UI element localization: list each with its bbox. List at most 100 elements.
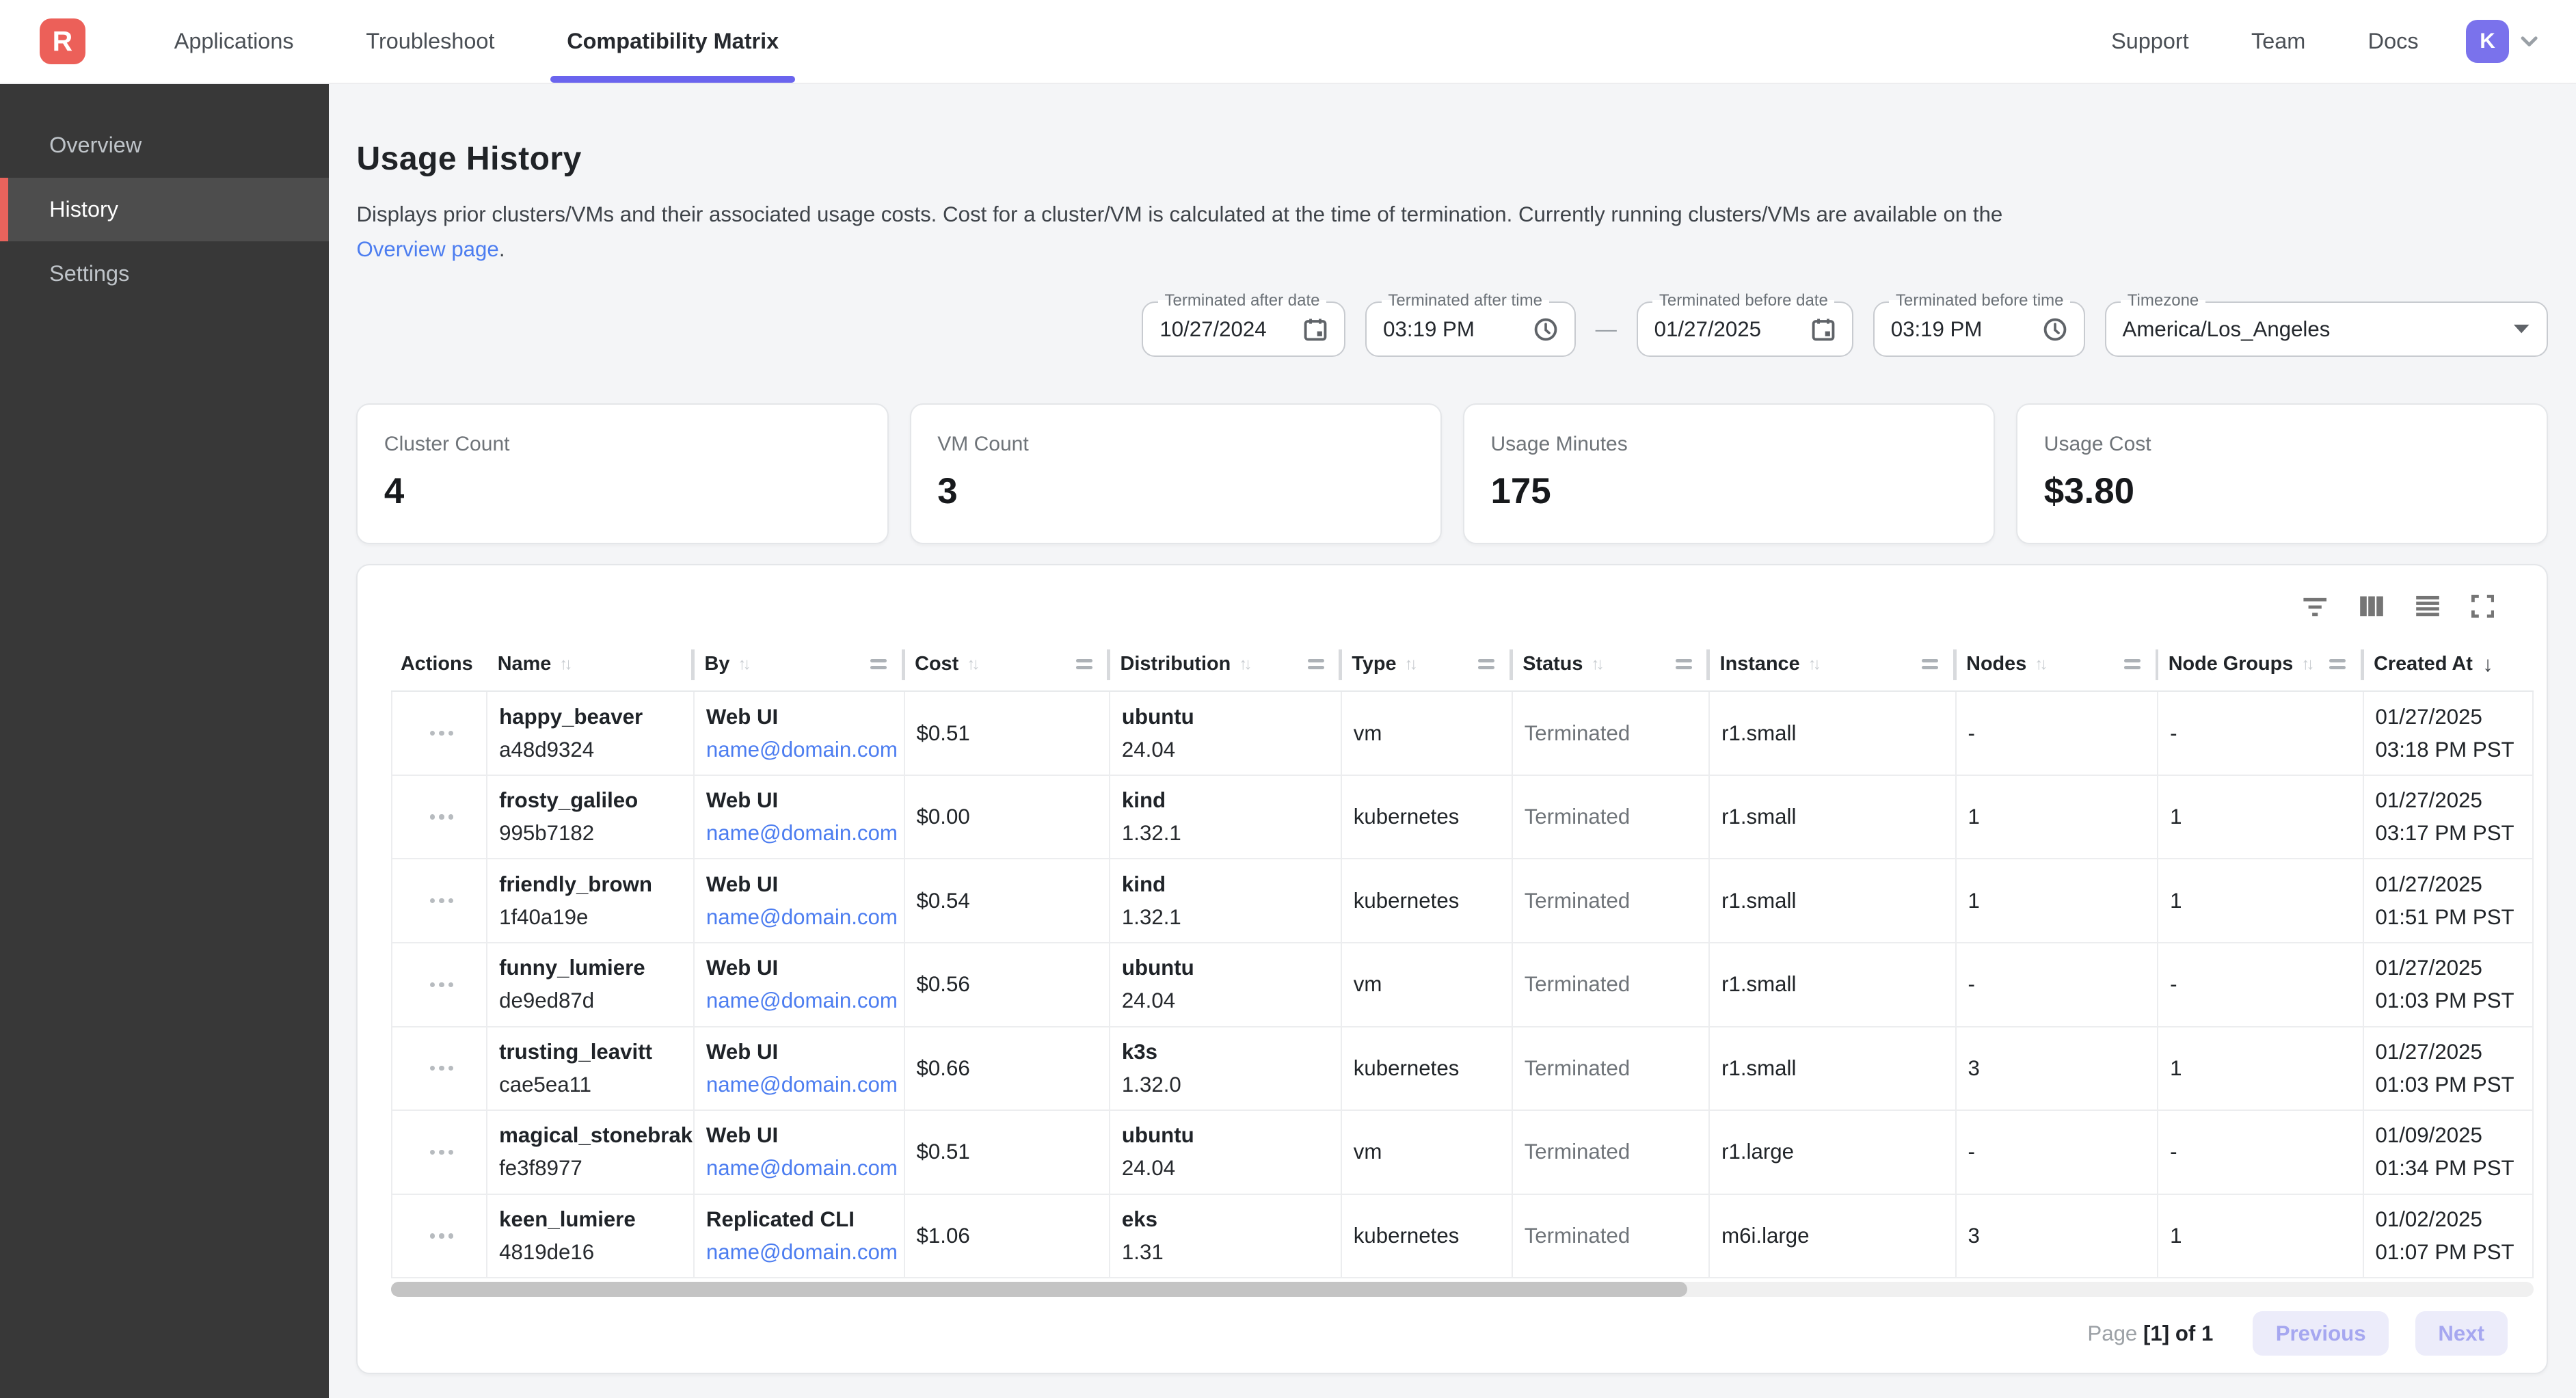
column-header-cost[interactable]: Cost↑↓: [905, 638, 1110, 690]
terminated-after-date-field[interactable]: Terminated after date 10/27/2024: [1142, 301, 1345, 358]
column-header-type[interactable]: Type↑↓: [1342, 638, 1513, 690]
nodes-cell: 3: [1957, 1195, 2159, 1278]
created-by: Web UI: [706, 872, 897, 897]
row-actions-button[interactable]: [427, 1140, 456, 1164]
sidebar-item-overview[interactable]: Overview: [0, 113, 329, 178]
previous-page-button[interactable]: Previous: [2253, 1311, 2389, 1356]
column-menu-icon[interactable]: [2124, 659, 2141, 669]
sort-icon[interactable]: ↑↓: [738, 655, 747, 674]
dropdown-arrow-icon[interactable]: [2496, 323, 2530, 335]
clock-icon[interactable]: [1517, 317, 1558, 342]
column-menu-icon[interactable]: [1478, 659, 1494, 669]
column-header-created-at[interactable]: Created At↓: [2364, 638, 2534, 690]
node-groups-cell: 1: [2158, 1027, 2363, 1110]
terminated-before-time-field[interactable]: Terminated before time 03:19 PM: [1873, 301, 2085, 358]
row-actions-button[interactable]: [427, 721, 456, 746]
clock-icon[interactable]: [2026, 317, 2067, 342]
calendar-icon[interactable]: [1287, 317, 1328, 342]
overview-page-link[interactable]: Overview page: [356, 237, 498, 261]
column-header-instance[interactable]: Instance↑↓: [1710, 638, 1956, 690]
sort-desc-icon[interactable]: ↓: [2482, 652, 2493, 677]
sort-icon[interactable]: ↑↓: [1591, 655, 1600, 674]
tab-compatibility-matrix[interactable]: Compatibility Matrix: [531, 0, 815, 83]
row-actions-button[interactable]: [427, 972, 456, 997]
terminated-after-time-label: Terminated after time: [1382, 291, 1549, 310]
table-row: magical_stonebrakerfe3f8977 Web UIname@d…: [391, 1111, 2534, 1195]
sidebar-item-history[interactable]: History: [0, 178, 329, 242]
filter-bar: Terminated after date 10/27/2024 Termina…: [356, 301, 2548, 358]
tab-applications[interactable]: Applications: [138, 0, 330, 83]
stat-value: $3.80: [2044, 470, 2521, 512]
next-page-button[interactable]: Next: [2415, 1311, 2508, 1356]
distribution: ubuntu: [1122, 705, 1334, 729]
node-groups-cell: -: [2158, 943, 2363, 1026]
created-by-email-link[interactable]: name@domain.com: [706, 738, 897, 762]
sort-icon[interactable]: ↑↓: [967, 655, 976, 674]
created-by-email-link[interactable]: name@domain.com: [706, 1156, 897, 1181]
instance-cell: r1.small: [1710, 1027, 1956, 1110]
cost-cell: $0.00: [905, 776, 1110, 859]
status-cell: Terminated: [1513, 1111, 1710, 1194]
table-row: friendly_brown1f40a19e Web UIname@domain…: [391, 859, 2534, 943]
sort-icon[interactable]: ↑↓: [1239, 655, 1248, 674]
sidebar-item-settings[interactable]: Settings: [0, 241, 329, 306]
sort-icon[interactable]: ↑↓: [559, 655, 569, 674]
terminated-before-date-field[interactable]: Terminated before date 01/27/2025: [1637, 301, 1853, 358]
created-time: 01:03 PM PST: [2376, 1073, 2526, 1097]
distribution-version: 24.04: [1122, 1156, 1334, 1181]
created-time: 01:34 PM PST: [2376, 1156, 2526, 1181]
timezone-select[interactable]: Timezone America/Los_Angeles: [2105, 301, 2549, 358]
created-by-email-link[interactable]: name@domain.com: [706, 905, 897, 930]
timezone-label: Timezone: [2121, 291, 2205, 310]
column-menu-icon[interactable]: [2329, 659, 2346, 669]
created-date: 01/27/2025: [2376, 1040, 2526, 1064]
column-menu-icon[interactable]: [870, 659, 887, 669]
chevron-down-icon[interactable]: [2519, 31, 2540, 52]
row-actions-button[interactable]: [427, 1056, 456, 1081]
terminated-after-time-field[interactable]: Terminated after time 03:19 PM: [1365, 301, 1576, 358]
row-actions-button[interactable]: [427, 805, 456, 829]
columns-icon[interactable]: [2359, 595, 2384, 618]
column-menu-icon[interactable]: [1922, 659, 1938, 669]
created-by-email-link[interactable]: name@domain.com: [706, 1073, 897, 1097]
description-period: .: [499, 237, 505, 261]
created-by-email-link[interactable]: name@domain.com: [706, 821, 897, 846]
column-menu-icon[interactable]: [1076, 659, 1092, 669]
sort-icon[interactable]: ↑↓: [2035, 655, 2044, 674]
created-by-email-link[interactable]: name@domain.com: [706, 989, 897, 1013]
sort-icon[interactable]: ↑↓: [2301, 655, 2311, 674]
density-icon[interactable]: [2415, 595, 2440, 618]
type-cell: vm: [1342, 943, 1513, 1026]
user-avatar[interactable]: K: [2466, 20, 2508, 62]
cluster-name: magical_stonebraker: [499, 1123, 686, 1148]
column-menu-icon[interactable]: [1308, 659, 1324, 669]
sort-icon[interactable]: ↑↓: [1808, 655, 1818, 674]
scrollbar-thumb[interactable]: [391, 1282, 1687, 1297]
page-indicator-prefix: Page: [2087, 1321, 2137, 1345]
sort-icon[interactable]: ↑↓: [1405, 655, 1414, 674]
column-header-node-groups[interactable]: Node Groups↑↓: [2158, 638, 2363, 690]
nav-link-docs[interactable]: Docs: [2337, 29, 2450, 54]
created-by-email-link[interactable]: name@domain.com: [706, 1240, 897, 1265]
column-header-by[interactable]: By↑↓: [695, 638, 905, 690]
column-label: Name: [498, 653, 552, 675]
fullscreen-icon[interactable]: [2471, 595, 2495, 618]
replicated-logo[interactable]: R: [40, 18, 85, 64]
column-header-status[interactable]: Status↑↓: [1513, 638, 1710, 690]
column-header-nodes[interactable]: Nodes↑↓: [1957, 638, 2159, 690]
nav-link-support[interactable]: Support: [2080, 29, 2220, 54]
row-actions-button[interactable]: [427, 889, 456, 913]
horizontal-scrollbar[interactable]: [391, 1282, 2534, 1297]
calendar-icon[interactable]: [1795, 317, 1836, 342]
column-menu-icon[interactable]: [1676, 659, 1692, 669]
created-time: 01:07 PM PST: [2376, 1240, 2526, 1265]
column-header-name[interactable]: Name ↑↓: [487, 638, 695, 690]
nav-link-team[interactable]: Team: [2220, 29, 2337, 54]
tab-troubleshoot[interactable]: Troubleshoot: [330, 0, 531, 83]
filter-icon[interactable]: [2302, 595, 2328, 618]
column-header-distribution[interactable]: Distribution↑↓: [1110, 638, 1342, 690]
cluster-name: happy_beaver: [499, 705, 686, 729]
row-actions-button[interactable]: [427, 1224, 456, 1248]
stat-card-usage-minutes: Usage Minutes 175: [1463, 403, 1995, 545]
main-content: Usage History Displays prior clusters/VM…: [329, 84, 2576, 1398]
